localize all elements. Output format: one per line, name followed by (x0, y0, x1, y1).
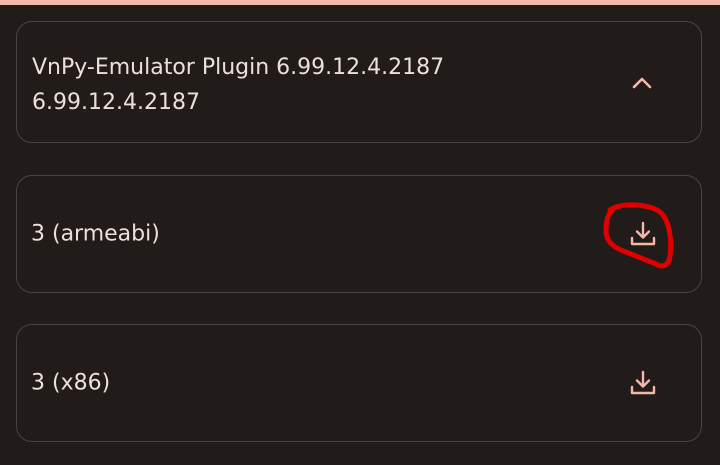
top-accent-bar (0, 0, 720, 5)
variant-label: 3 (armeabi) (31, 221, 160, 247)
collapse-button[interactable] (618, 59, 666, 107)
plugin-version-line: 6.99.12.4.2187 (32, 90, 200, 115)
variant-card-x86[interactable]: 3 (x86) (16, 324, 702, 442)
plugin-title: VnPy-Emulator Plugin 6.99.12.4.2187 6.99… (32, 50, 444, 120)
download-icon (630, 221, 656, 246)
download-button[interactable] (619, 359, 667, 407)
plugin-title-line-1: VnPy-Emulator Plugin 6.99.12.4.2187 (32, 55, 445, 80)
download-button[interactable] (619, 210, 667, 258)
plugin-header-card[interactable]: VnPy-Emulator Plugin 6.99.12.4.2187 6.99… (16, 21, 702, 143)
variant-card-armeabi[interactable]: 3 (armeabi) (16, 175, 702, 293)
chevron-up-icon (632, 77, 652, 89)
variant-label: 3 (x86) (31, 370, 111, 396)
download-icon (630, 370, 656, 395)
